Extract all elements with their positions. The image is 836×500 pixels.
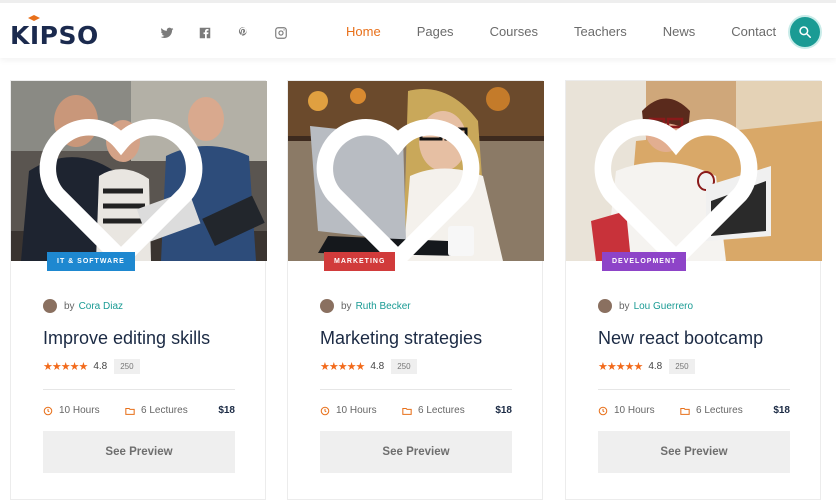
lectures: 6 Lectures [125, 405, 188, 416]
facebook-icon[interactable] [196, 25, 214, 41]
twitter-icon[interactable] [158, 25, 176, 41]
author-line: by Ruth Becker [320, 299, 411, 313]
avatar [598, 299, 612, 313]
category-badge[interactable]: MARKETING [324, 252, 396, 271]
avatar [320, 299, 334, 313]
avatar [43, 299, 57, 313]
lectures: 6 Lectures [680, 405, 743, 416]
course-title[interactable]: Marketing strategies [320, 328, 482, 349]
by-label: by [64, 300, 75, 312]
heart-icon[interactable] [11, 101, 249, 261]
hours-label: 10 Hours [59, 405, 100, 416]
star-rating-icon: ★★★★★ [320, 361, 365, 373]
course-card: DEVELOPMENT by Lou Guerrero New react bo… [565, 80, 822, 500]
logo-text: KIPSO [10, 21, 99, 50]
category-badge[interactable]: IT & SOFTWARE [47, 252, 135, 271]
by-label: by [341, 300, 352, 312]
kipso-logo[interactable]: KIPSO [10, 15, 99, 50]
lectures-label: 6 Lectures [696, 405, 743, 416]
lectures-label: 6 Lectures [418, 405, 465, 416]
category-badge[interactable]: DEVELOPMENT [602, 252, 687, 271]
nav-contact[interactable]: Contact [731, 24, 776, 39]
nav-pages[interactable]: Pages [417, 24, 454, 39]
hours-label: 10 Hours [336, 405, 377, 416]
nav-news[interactable]: News [663, 24, 696, 39]
author-name[interactable]: Lou Guerrero [634, 301, 693, 312]
rating-row: ★★★★★ 4.8 250 [43, 359, 140, 374]
course-image[interactable] [11, 81, 267, 261]
review-count: 250 [669, 359, 695, 374]
author-line: by Lou Guerrero [598, 299, 693, 313]
course-card: MARKETING by Ruth Becker Marketing strat… [287, 80, 544, 500]
review-count: 250 [114, 359, 140, 374]
review-count: 250 [391, 359, 417, 374]
star-rating-icon: ★★★★★ [598, 361, 643, 373]
lectures: 6 Lectures [402, 405, 465, 416]
rating-value: 4.8 [648, 361, 663, 372]
heart-icon[interactable] [288, 101, 526, 261]
nav-courses[interactable]: Courses [490, 24, 538, 39]
divider [43, 389, 235, 390]
folder-icon [125, 407, 135, 415]
heart-icon[interactable] [566, 101, 804, 261]
see-preview-button[interactable]: See Preview [320, 431, 512, 473]
course-image[interactable] [288, 81, 544, 261]
author-name[interactable]: Cora Diaz [79, 301, 123, 312]
author-name[interactable]: Ruth Becker [356, 301, 411, 312]
hours-label: 10 Hours [614, 405, 655, 416]
hours: 10 Hours [598, 405, 655, 416]
price: $18 [773, 405, 790, 416]
clock-icon [320, 406, 330, 415]
divider [598, 389, 790, 390]
price: $18 [495, 405, 512, 416]
divider [320, 389, 512, 390]
rating-row: ★★★★★ 4.8 250 [320, 359, 417, 374]
rating-row: ★★★★★ 4.8 250 [598, 359, 695, 374]
by-label: by [619, 300, 630, 312]
hours: 10 Hours [320, 405, 377, 416]
course-image[interactable] [566, 81, 822, 261]
rating-value: 4.8 [93, 361, 108, 372]
author-line: by Cora Diaz [43, 299, 123, 313]
pinterest-icon[interactable] [234, 25, 252, 41]
folder-icon [680, 407, 690, 415]
rating-value: 4.8 [370, 361, 385, 372]
star-rating-icon: ★★★★★ [43, 361, 88, 373]
see-preview-button[interactable]: See Preview [43, 431, 235, 473]
clock-icon [598, 406, 608, 415]
folder-icon [402, 407, 412, 415]
lectures-label: 6 Lectures [141, 405, 188, 416]
search-button[interactable] [788, 15, 822, 49]
main-nav: Home Pages Courses Teachers News Contact [346, 24, 812, 39]
social-links [158, 25, 290, 41]
course-title[interactable]: Improve editing skills [43, 328, 210, 349]
top-navbar: KIPSO Home Pages Courses Teachers News C… [0, 0, 836, 58]
search-icon [799, 26, 812, 39]
clock-icon [43, 406, 53, 415]
price: $18 [218, 405, 235, 416]
course-title[interactable]: New react bootcamp [598, 328, 763, 349]
nav-teachers[interactable]: Teachers [574, 24, 627, 39]
course-card: IT & SOFTWARE by Cora Diaz Improve editi… [10, 80, 267, 500]
instagram-icon[interactable] [272, 25, 290, 41]
nav-home[interactable]: Home [346, 24, 381, 39]
hours: 10 Hours [43, 405, 100, 416]
see-preview-button[interactable]: See Preview [598, 431, 790, 473]
